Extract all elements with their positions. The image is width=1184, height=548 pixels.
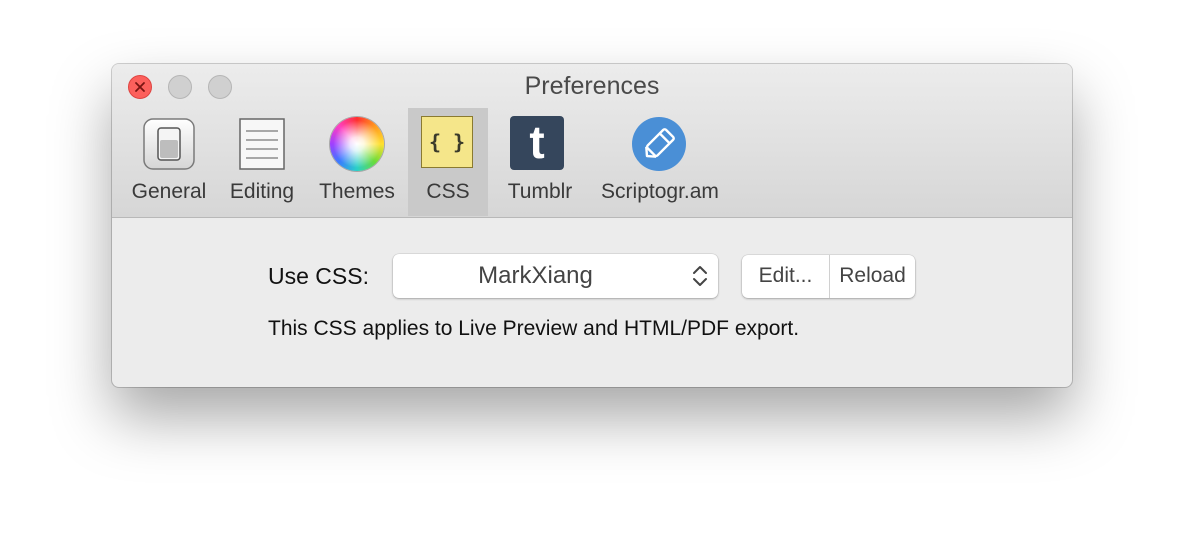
toolbar-label-tumblr: Tumblr <box>507 180 573 203</box>
toolbar-label-general: General <box>131 180 207 203</box>
css-actions-segmented-control: Edit... Reload <box>742 255 915 298</box>
css-select-value: MarkXiang <box>478 262 593 289</box>
window-title: Preferences <box>524 72 660 100</box>
toolbar-item-general[interactable]: General <box>122 108 216 216</box>
css-braces-glyph: { } <box>421 116 473 168</box>
toolbar-label-themes: Themes <box>319 180 395 203</box>
titlebar-toolbar: Preferences General Editing Themes {} C… <box>112 64 1072 218</box>
color-wheel-icon <box>329 116 387 174</box>
use-css-label: Use CSS: <box>268 263 369 289</box>
preferences-window: Preferences General Editing Themes {} C… <box>112 64 1072 387</box>
css-select-popup[interactable]: MarkXiang <box>393 254 718 298</box>
tumblr-t-glyph: t <box>510 116 564 170</box>
toolbar-item-scriptogram[interactable]: Scriptogr.am <box>590 108 730 216</box>
up-down-chevron-icon <box>693 266 707 286</box>
edit-button[interactable]: Edit... <box>742 255 830 298</box>
toolbar-item-themes[interactable]: Themes <box>310 108 404 216</box>
toolbar-item-css[interactable]: { } CSS <box>408 108 488 216</box>
toolbar-item-tumblr[interactable]: t Tumblr <box>494 108 586 216</box>
toolbar-label-editing: Editing <box>229 180 295 203</box>
toolbar-label-css: CSS <box>426 180 470 203</box>
curly-braces-icon: { } <box>421 116 477 172</box>
tumblr-icon: t <box>510 116 566 172</box>
switch-icon <box>141 116 197 172</box>
reload-button[interactable]: Reload <box>830 255 915 298</box>
toolbar-item-editing[interactable]: Editing <box>218 108 306 216</box>
toolbar-label-scriptogram: Scriptogr.am <box>601 180 719 203</box>
css-preferences-pane: Use CSS: MarkXiang Edit... Reload This C… <box>112 218 1072 387</box>
scriptogram-icon <box>631 116 687 172</box>
css-info-text: This CSS applies to Live Preview and HTM… <box>268 317 800 340</box>
document-lines-icon <box>234 116 290 172</box>
